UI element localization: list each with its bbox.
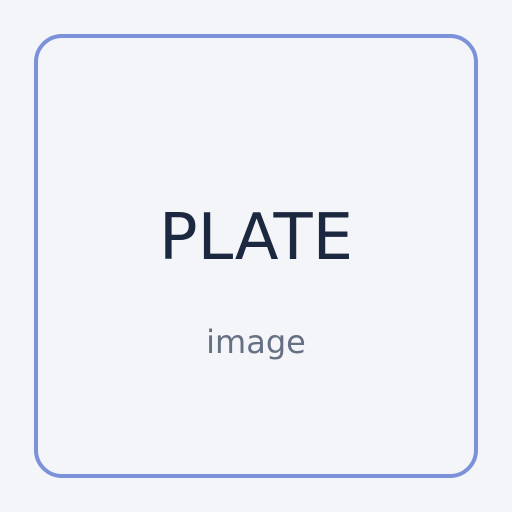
plate-subtitle: image	[206, 323, 306, 361]
plate-canvas: PLATE image	[0, 0, 512, 512]
plate-title: PLATE	[158, 201, 354, 275]
